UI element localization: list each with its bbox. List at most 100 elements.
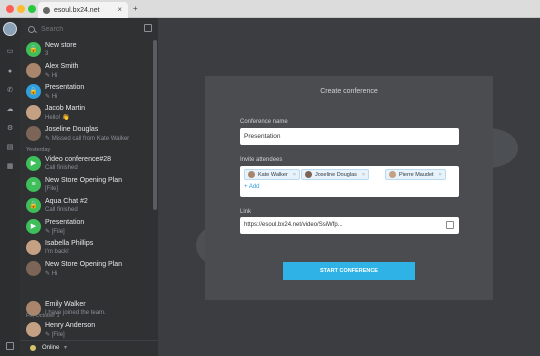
chat-name: Jacob Martin [45,105,86,112]
conference-name-field[interactable]: Presentation [240,128,459,145]
chat-name: Presentation [45,219,85,226]
cloud-icon[interactable]: ☁ [6,106,14,114]
remove-icon[interactable]: × [362,172,365,178]
chat-preview: 3 [45,51,49,57]
copy-icon[interactable] [6,342,14,350]
avatar [26,261,41,276]
chat-preview: ✎ Hi [45,73,58,79]
link-label: Link [240,209,252,215]
avatar [26,63,41,78]
chat-name: New Store Opening Plan [45,177,123,184]
chat-preview: ✎ Hi [45,94,58,100]
chat-preview: [File] [45,186,59,192]
attendee-name: Joseline Douglas [315,171,357,178]
remove-icon[interactable]: × [293,172,296,178]
chat-name: New store [45,42,77,49]
chat-list-item[interactable]: Joseline Douglas ✎ Missed call from Kate … [20,124,158,145]
avatar [26,322,41,337]
avatar [26,105,41,120]
chat-list-item[interactable]: ≡ New Store Opening Plan [File] [20,175,158,196]
attendees-field[interactable]: Kate Walker × Joseline Douglas × Pierre … [240,166,459,197]
invite-attendees-label: Invite attendees [240,157,283,163]
avatar: ▶ [26,219,41,234]
browser-tab[interactable]: esoul.bx24.net × [38,2,128,18]
section-label-yesterday: Yesterday [26,147,51,153]
avatar-glyph-icon: ≡ [31,181,36,188]
avatar: ≡ [26,177,41,192]
search-bar [20,18,158,40]
conference-name-label: Conference name [240,119,288,125]
bell-icon[interactable]: ● [6,68,14,76]
start-conference-button[interactable]: START CONFERENCE [283,262,415,280]
avatar-glyph-icon [26,105,41,120]
attendee-chip[interactable]: Joseline Douglas × [301,169,370,180]
chat-list-item[interactable]: Henry Anderson ✎ [File] [20,320,158,341]
attendee-chip[interactable]: Kate Walker × [244,169,300,180]
avatar-glyph-icon [26,261,41,276]
avatar-glyph-icon [26,126,41,141]
attendee-name: Pierre Maudet [399,171,434,178]
avatar-glyph-icon: 🔒 [29,88,38,95]
avatar: 🔒 [26,42,41,57]
avatar [389,171,396,178]
avatar: 🔒 [26,84,41,99]
settings-icon[interactable]: ⚙ [6,125,14,133]
avatar: ▶ [26,156,41,171]
user-avatar[interactable] [3,22,17,36]
chat-list-item[interactable]: ▶ Presentation ✎ [File] [20,217,158,238]
maximize-window-button[interactable] [28,5,36,13]
search-icon [28,25,35,33]
site-favicon-icon [43,6,50,14]
create-conference-dialog: Create conference Conference name Presen… [205,76,493,300]
compose-icon[interactable] [144,24,152,32]
chat-name: Henry Anderson [45,322,96,329]
avatar [26,126,41,141]
avatar [26,240,41,255]
chat-name: Aqua Chat #2 [45,198,88,205]
avatar-glyph-icon: ▶ [30,223,37,230]
status-selector[interactable]: Online [42,345,59,351]
chat-list-item[interactable]: Jacob Martin Hello! 👋 [20,103,158,124]
close-window-button[interactable] [6,5,14,13]
avatar-glyph-icon: ▶ [30,160,37,167]
dialog-title: Create conference [320,88,378,95]
chat-name: Isabella Phillips [45,240,94,247]
phone-icon[interactable]: ✆ [6,87,14,95]
tab-close-icon[interactable]: × [117,5,122,14]
new-tab-button[interactable]: + [133,4,138,13]
chevron-down-icon[interactable]: ▾ [64,344,67,351]
chat-preview: I'm back! [45,249,69,255]
chat-list-item[interactable]: New Store Opening Plan ✎ Hi [20,259,158,280]
avatar-glyph-icon [26,240,41,255]
main-area: Create conference Conference name Presen… [158,18,540,356]
minimize-window-button[interactable] [17,5,25,13]
avatar-glyph-icon [26,322,41,337]
search-input[interactable] [41,25,131,33]
avatar-glyph-icon: 🔒 [29,202,38,209]
tab-title: esoul.bx24.net [54,6,100,14]
chat-list-item[interactable]: 🔒 New store 3 [20,40,158,61]
chat-list-scrollbar[interactable] [153,40,157,210]
remove-icon[interactable]: × [439,172,442,178]
chat-list-item[interactable]: Alex Smith ✎ Hi [20,61,158,82]
avatar-glyph-icon: 🔒 [29,46,38,53]
add-attendee-link[interactable]: + Add [244,184,260,190]
conference-link-field[interactable]: https://esoul.bx24.net/video/SsiWfp... [240,217,459,234]
left-rail: ▭ ● ✆ ☁ ⚙ ▤ ▦ [0,18,20,356]
notes-icon[interactable]: ▤ [6,144,14,152]
calendar-icon[interactable]: ▦ [6,163,14,171]
copy-link-icon[interactable] [446,221,454,229]
chat-preview: ✎ [File] [45,229,65,235]
chat-preview: Call finished [45,165,78,171]
section-label-previous: Fri, October 1 [26,313,60,319]
chat-list-item[interactable]: ▶ Video conference#28 Call finished [20,154,158,175]
attendee-chip[interactable]: Pierre Maudet × [385,169,446,180]
chat-name: New Store Opening Plan [45,261,123,268]
chat-list-item[interactable]: Isabella Phillips I'm back! [20,238,158,259]
chat-preview: Call finished [45,207,78,213]
chat-name: Presentation [45,84,85,91]
chat-list-item[interactable]: 🔒 Presentation ✎ Hi [20,82,158,103]
status-avatar [30,345,36,351]
chat-icon[interactable]: ▭ [6,48,14,56]
chat-list-item[interactable]: 🔒 Aqua Chat #2 Call finished [20,196,158,217]
